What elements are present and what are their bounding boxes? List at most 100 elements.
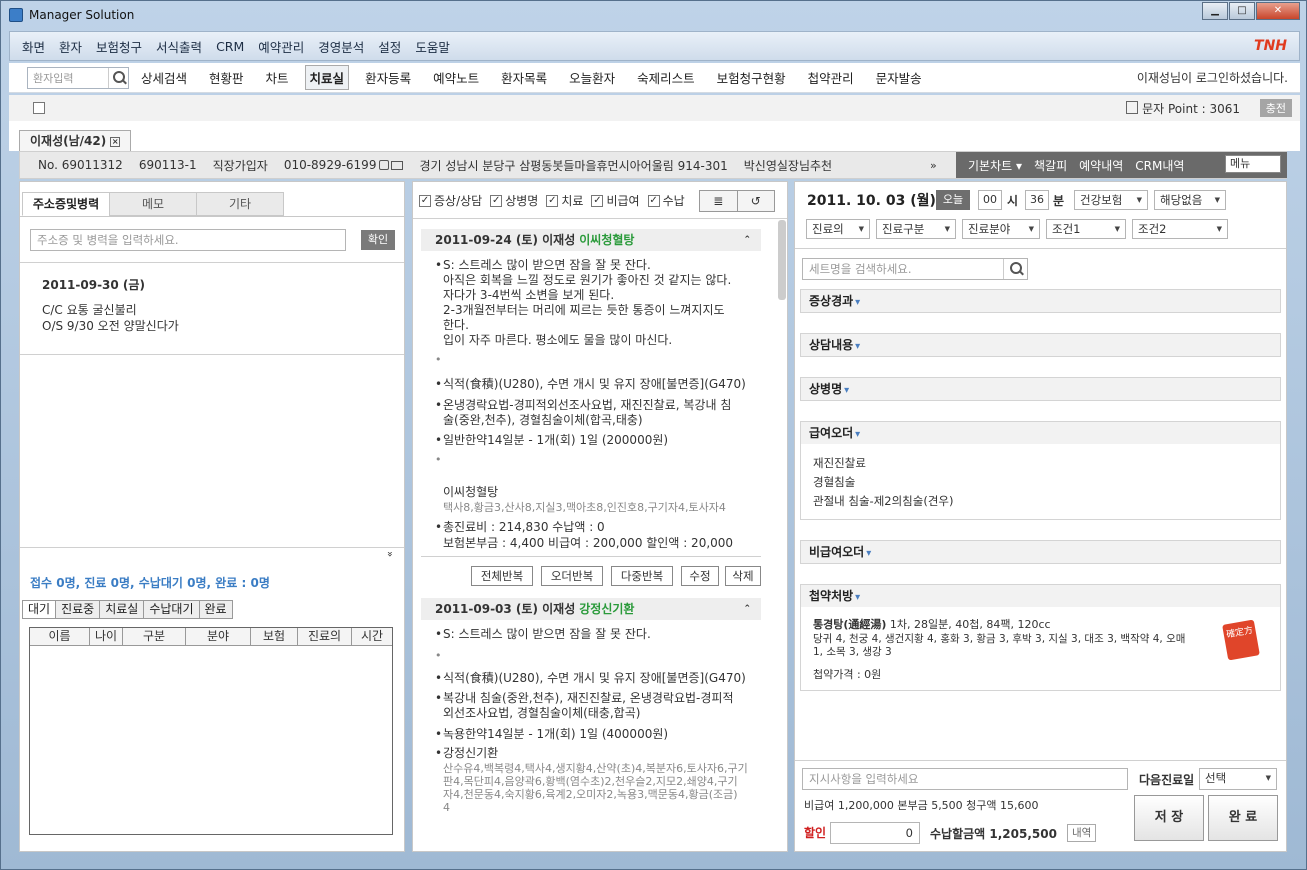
search-icon[interactable]	[108, 67, 128, 88]
patient-search-input[interactable]: 환자입력	[28, 70, 108, 86]
toolbar-item[interactable]: 문자발송	[876, 68, 922, 87]
today-button[interactable]: 오늘	[936, 190, 970, 210]
maximize-button[interactable]: □	[1229, 2, 1255, 20]
category-select[interactable]: 해당없음	[1154, 190, 1226, 210]
tab-waiting[interactable]: 대기	[22, 600, 57, 619]
menu-item[interactable]: 보험청구	[96, 37, 142, 56]
menu-item[interactable]: 경영분석	[318, 37, 364, 56]
chart-nav-item[interactable]: 예약내역	[1079, 157, 1123, 174]
section-prescription[interactable]: 첩약처방 ▾	[800, 584, 1281, 608]
tab-etc[interactable]: 기타	[196, 192, 284, 216]
close-icon[interactable]: ×	[110, 137, 121, 147]
menu-dropdown[interactable]: 메뉴	[1225, 155, 1281, 173]
title-bar: Manager Solution ▁ □ ✕	[1, 1, 1306, 29]
detail-button[interactable]: 내역	[1067, 824, 1097, 842]
tab-memo[interactable]: 메모	[109, 192, 197, 216]
toolbar-item[interactable]: 예약노트	[433, 68, 479, 87]
toolbar-item-active[interactable]: 치료실	[304, 65, 350, 90]
phone-icon[interactable]	[379, 160, 390, 170]
set-search-input[interactable]: 세트명을 검색하세요.	[802, 258, 1028, 280]
tab-completed[interactable]: 완료	[198, 600, 233, 619]
order-item[interactable]: 관절내 침술-제2의침술(견우)	[813, 493, 953, 509]
multi-repeat-button[interactable]: 다중반복	[611, 566, 673, 586]
section-symptoms[interactable]: 증상경과 ▾	[800, 289, 1281, 313]
section-diagnosis[interactable]: 상병명 ▾	[800, 377, 1281, 401]
chart-nav-item[interactable]: 책갈피	[1034, 157, 1067, 174]
doctor-select[interactable]: 진료의	[806, 219, 870, 239]
menu-item[interactable]: 예약관리	[258, 37, 304, 56]
tab-payment-waiting[interactable]: 수납대기	[143, 600, 200, 619]
toolbar-item[interactable]: 보험청구현황	[717, 68, 786, 87]
expand-icon[interactable]: »	[930, 159, 937, 172]
hour-label: 시	[1007, 194, 1019, 208]
minimize-button[interactable]: ▁	[1202, 2, 1228, 20]
repeat-order-button[interactable]: 오더반복	[541, 566, 603, 586]
history-input[interactable]: 주소증 및 병력을 입력하세요.	[30, 229, 346, 251]
complete-button[interactable]: 완 료	[1208, 795, 1278, 841]
checkbox-treatment[interactable]: ✓	[546, 194, 559, 207]
toolbar-item[interactable]: 환자등록	[365, 68, 411, 87]
insurance-select[interactable]: 건강보험	[1074, 190, 1148, 210]
envelope-icon[interactable]	[391, 161, 404, 170]
checkbox-symptom[interactable]: ✓	[419, 194, 431, 207]
order-item[interactable]: 경혈침술	[813, 474, 855, 490]
record-header[interactable]: 2011-09-24 (토) 이재성 이씨청혈탕 ⌃	[421, 229, 761, 251]
checkbox-payment[interactable]: ✓	[647, 194, 660, 207]
toolbar-item[interactable]: 차트	[266, 68, 289, 87]
menu-item[interactable]: 설정	[378, 37, 401, 56]
collapse-icon[interactable]: ⌃	[743, 229, 751, 251]
close-button[interactable]: ✕	[1256, 2, 1300, 20]
record-header[interactable]: 2011-09-03 (토) 이재성 강정신기환 ⌃	[421, 598, 761, 620]
checkbox-diagnosis[interactable]: ✓	[490, 194, 503, 207]
hour-input[interactable]: 00	[978, 190, 1002, 210]
discount-input[interactable]: 0	[830, 822, 920, 844]
checkbox-icon[interactable]	[33, 102, 45, 114]
tab-history[interactable]: 주소증및병력	[22, 192, 110, 216]
patient-tab[interactable]: 이재성(남/42) ×	[19, 130, 132, 152]
kind-select[interactable]: 진료구분	[876, 219, 956, 239]
repeat-all-button[interactable]: 전체반복	[471, 566, 533, 586]
order-item[interactable]: 재진진찰료	[813, 455, 866, 471]
menu-item[interactable]: 도움말	[415, 37, 450, 56]
checkbox-noncovered[interactable]: ✓	[591, 194, 604, 207]
bullet-icon: •	[435, 746, 443, 760]
field-select[interactable]: 진료분야	[962, 219, 1040, 239]
patient-search[interactable]: 환자입력	[27, 66, 129, 89]
list-view-icon[interactable]: ≣	[700, 191, 738, 211]
menu-item[interactable]: CRM	[216, 39, 244, 54]
menu-item[interactable]: 서식출력	[156, 37, 202, 56]
scrollbar[interactable]	[778, 220, 786, 300]
toolbar-item[interactable]: 현황판	[209, 68, 244, 87]
section-consult[interactable]: 상담내용 ▾	[800, 333, 1281, 357]
menu-item[interactable]: 화면	[22, 37, 45, 56]
toolbar-item[interactable]: 환자목록	[501, 68, 547, 87]
toolbar-item[interactable]: 첩약관리	[808, 68, 854, 87]
expand-icon[interactable]: »	[381, 551, 397, 557]
toolbar-item[interactable]: 숙제리스트	[637, 68, 695, 87]
section-covered-orders[interactable]: 급여오더 ▾	[800, 421, 1281, 445]
menu-item[interactable]: 환자	[59, 37, 82, 56]
collapse-icon[interactable]: ⌃	[743, 598, 751, 620]
charge-button[interactable]: 충전	[1259, 99, 1292, 117]
prescription-name: 통경탕(通經湯)	[813, 618, 887, 631]
next-visit-select[interactable]: 선택	[1199, 768, 1277, 790]
toolbar-item[interactable]: 상세검색	[141, 68, 187, 87]
delete-button[interactable]: 삭제	[725, 566, 761, 586]
chart-nav-item[interactable]: CRM내역	[1135, 157, 1184, 174]
minute-input[interactable]: 36	[1025, 190, 1049, 210]
section-noncovered-orders[interactable]: 비급여오더 ▾	[800, 540, 1281, 564]
condition1-select[interactable]: 조건1	[1046, 219, 1126, 239]
edit-button[interactable]: 수정	[681, 566, 719, 586]
instruction-input[interactable]: 지시사항을 입력하세요	[802, 768, 1128, 790]
refresh-icon[interactable]: ↺	[738, 191, 775, 211]
condition2-select[interactable]: 조건2	[1132, 219, 1228, 239]
toolbar-item[interactable]: 오늘환자	[569, 68, 615, 87]
search-icon[interactable]	[1003, 259, 1027, 279]
tab-treatment-room[interactable]: 치료실	[99, 600, 145, 619]
save-button[interactable]: 저 장	[1134, 795, 1204, 841]
bullet-icon: •	[435, 627, 443, 641]
herb-detail: 판4,목단피4,음양곽6,황백(염수초)2,천우슬2,지모2,쇄양4,구기	[443, 775, 738, 788]
chart-nav-item[interactable]: 기본차트 ▾	[968, 157, 1022, 174]
tab-in-treatment[interactable]: 진료중	[55, 600, 101, 619]
confirm-button[interactable]: 확인	[361, 230, 395, 250]
